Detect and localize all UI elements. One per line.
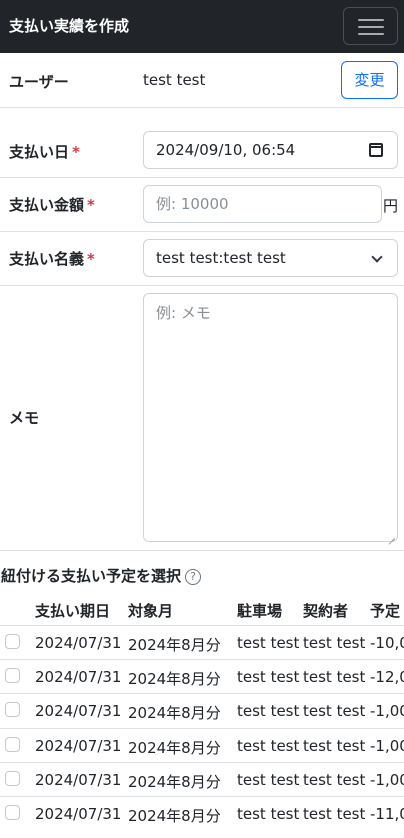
row-planned-amount: -1,00 [370, 736, 404, 755]
row-due-date: 2024/07/31 [35, 702, 122, 721]
divider [0, 550, 404, 551]
row-parking: test test [237, 702, 300, 721]
schedule-title-text: 紐付ける支払い予定を選択 [1, 567, 182, 585]
row-target-month: 2024年8月分 [128, 772, 221, 791]
memo-placeholder: 例: メモ [156, 304, 211, 322]
row-checkbox[interactable] [5, 668, 20, 684]
table-row[interactable]: 2024/07/31 2024年8月分 test test test test -1,0… [0, 693, 404, 727]
schedule-section-title: 紐付ける支払い予定を選択? [1, 565, 202, 586]
page-title: 支払い実績を作成 [9, 17, 130, 35]
divider [0, 285, 404, 286]
row-due-date: 2024/07/31 [35, 805, 122, 823]
table-header-row: 支払い期日 対象月 駐車場 契約者 予定 [0, 592, 404, 626]
row-due-date: 2024/07/31 [35, 770, 122, 789]
row-contractor: test test [303, 805, 366, 823]
amount-placeholder: 例: 10000 [156, 195, 229, 213]
amount-label-text: 支払い金額 [9, 196, 85, 214]
header-planned-amount: 予定 [370, 602, 401, 620]
help-icon[interactable]: ? [185, 569, 202, 585]
row-target-month: 2024年8月分 [128, 704, 221, 723]
payment-name-label: 支払い名義 * [9, 248, 95, 269]
header-contractor: 契約者 [303, 602, 349, 620]
row-contractor: test test [303, 702, 366, 721]
amount-label: 支払い金額 * [9, 194, 95, 215]
table-row[interactable]: 2024/07/31 2024年8月分 test test test test -1,0… [0, 761, 404, 796]
payment-name-select[interactable]: test test:test test [143, 239, 398, 277]
table-scroll-area[interactable]: 支払い期日 対象月 駐車場 契約者 予定 2024/07/31 2024年8月分 t… [0, 592, 404, 838]
payment-date-label: 支払い日 * [9, 141, 80, 162]
required-mark: * [87, 196, 95, 214]
row-target-month: 2024年8月分 [128, 636, 221, 654]
user-value: test test [143, 71, 206, 89]
row-contractor: test test [303, 634, 366, 652]
row-target-month: 2024年8月分 [128, 738, 221, 757]
calendar-icon[interactable] [369, 143, 383, 157]
row-checkbox[interactable] [5, 702, 20, 718]
resize-grip-icon[interactable] [387, 531, 395, 539]
header-target-month: 対象月 [128, 602, 174, 620]
header-parking: 駐車場 [237, 602, 283, 620]
row-parking: test test [237, 634, 300, 652]
payment-date-label-text: 支払い日 [9, 143, 70, 161]
row-contractor: test test [303, 668, 366, 687]
row-contractor: test test [303, 770, 366, 789]
change-user-button[interactable]: 変更 [341, 61, 398, 99]
row-checkbox[interactable] [5, 634, 20, 649]
row-checkbox[interactable] [5, 736, 20, 752]
row-parking: test test [237, 805, 300, 823]
menu-bar-line [358, 33, 384, 35]
menu-bar-line [358, 19, 384, 21]
row-parking: test test [237, 770, 300, 789]
table-row[interactable]: 2024/07/31 2024年8月分 test test test test -11,… [0, 796, 404, 830]
required-mark: * [87, 250, 95, 268]
row-planned-amount: -12,0 [370, 668, 404, 687]
table-row[interactable]: 2024/07/31 2024年8月分 test test test test -10,… [0, 625, 404, 659]
memo-label: メモ [9, 409, 40, 427]
memo-textarea[interactable]: 例: メモ [143, 293, 398, 542]
amount-unit: 円 [383, 197, 399, 215]
top-navbar: 支払い実績を作成 [0, 0, 404, 53]
row-target-month: 2024年8月分 [128, 807, 221, 825]
required-mark: * [72, 143, 80, 161]
row-checkbox[interactable] [5, 805, 20, 820]
payment-date-input[interactable]: 2024/09/10, 06:54 [143, 131, 398, 169]
row-checkbox[interactable] [5, 770, 20, 786]
divider [0, 231, 404, 232]
divider [0, 107, 404, 108]
row-contractor: test test [303, 736, 366, 755]
payment-name-selected: test test:test test [156, 249, 286, 267]
hamburger-menu-icon[interactable] [343, 7, 398, 45]
row-planned-amount: -10,0 [370, 634, 404, 652]
amount-input[interactable]: 例: 10000 [143, 185, 382, 223]
row-planned-amount: -11,0 [370, 805, 404, 823]
header-due-date: 支払い期日 [35, 602, 111, 620]
table-row[interactable]: 2024/07/31 2024年8月分 test test test test -1,0… [0, 727, 404, 762]
row-target-month: 2024年8月分 [128, 670, 221, 689]
divider [0, 177, 404, 178]
user-label: ユーザー [9, 73, 69, 91]
table-row[interactable]: 2024/07/31 2024年8月分 test test test test -12,… [0, 659, 404, 693]
payment-date-value: 2024/09/10, 06:54 [156, 141, 296, 159]
row-parking: test test [237, 736, 300, 755]
row-due-date: 2024/07/31 [35, 668, 122, 687]
row-due-date: 2024/07/31 [35, 634, 122, 652]
row-parking: test test [237, 668, 300, 687]
row-planned-amount: -1,00 [370, 702, 404, 721]
row-planned-amount: -1,00 [370, 770, 404, 789]
row-due-date: 2024/07/31 [35, 736, 122, 755]
chevron-down-icon [371, 251, 383, 263]
payment-name-label-text: 支払い名義 [9, 250, 85, 268]
menu-bar-line [358, 26, 384, 28]
